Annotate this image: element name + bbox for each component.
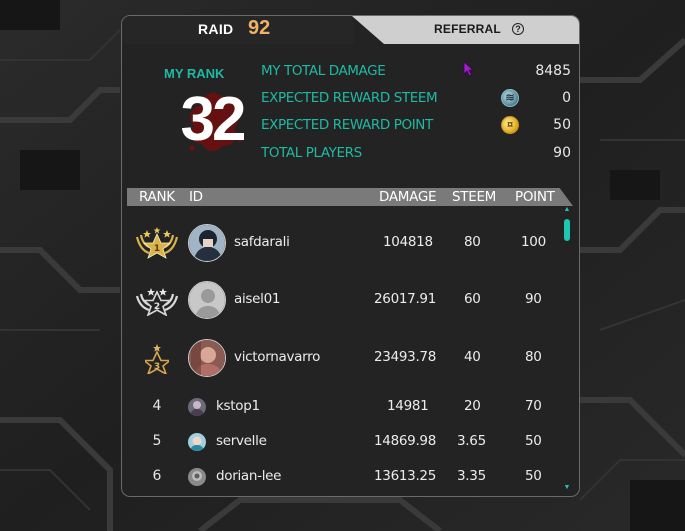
table-row[interactable]: 4 kstop1 14981 20 70 xyxy=(127,396,573,418)
table-row[interactable]: 6 dorian-lee 13613.25 3.35 50 xyxy=(127,466,573,488)
avatar-image xyxy=(188,398,206,416)
bronze-rank-badge-icon: 3 xyxy=(145,344,169,374)
avatar-image xyxy=(189,340,225,376)
stat-label: MY TOTAL DAMAGE xyxy=(261,63,386,79)
stat-label: EXPECTED REWARD POINT xyxy=(261,117,433,133)
avatar-image xyxy=(189,225,225,261)
avatar[interactable] xyxy=(188,281,226,319)
steem-value: 60 xyxy=(464,291,481,307)
point-value: 70 xyxy=(525,398,542,414)
tab-bar: RAID 92 REFERRAL ? xyxy=(122,16,579,44)
avatar-image xyxy=(188,468,206,486)
avatar[interactable] xyxy=(188,224,226,262)
steem-value: 3.65 xyxy=(457,433,486,449)
damage-value: 104818 xyxy=(383,234,433,250)
svg-text:1: 1 xyxy=(154,244,160,254)
rank-number: 5 xyxy=(152,433,162,449)
point-coin-icon: ¤ xyxy=(501,116,519,134)
damage-value: 26017.91 xyxy=(374,291,437,307)
steem-value: 3.35 xyxy=(457,468,486,484)
raid-ranking-panel: RAID 92 REFERRAL ? MY RANK 32 MY TOTAL D… xyxy=(121,15,580,497)
steem-value: 40 xyxy=(464,349,481,365)
header-point: POINT xyxy=(515,189,555,205)
raid-label: RAID xyxy=(198,21,234,37)
player-id[interactable]: dorian-lee xyxy=(216,468,282,484)
help-icon[interactable]: ? xyxy=(512,23,524,35)
my-rank-label: MY RANK xyxy=(164,66,225,81)
damage-value: 14869.98 xyxy=(374,433,437,449)
point-value: 100 xyxy=(521,234,546,250)
scroll-down-arrow[interactable]: ▼ xyxy=(563,484,571,491)
ranking-table-body[interactable]: 1 safdarali 104818 80 100 2 aisel01 2601… xyxy=(127,206,573,496)
header-steem: STEEM xyxy=(452,189,497,205)
point-value: 90 xyxy=(525,291,542,307)
damage-value: 14981 xyxy=(387,398,429,414)
silver-rank-badge-icon: 2 xyxy=(135,288,179,316)
table-row[interactable]: 1 safdarali 104818 80 100 xyxy=(127,223,573,263)
stat-value: 50 xyxy=(553,117,571,133)
avatar[interactable] xyxy=(188,398,206,416)
svg-text:2: 2 xyxy=(154,302,160,312)
point-value: 50 xyxy=(525,468,542,484)
stat-value: 90 xyxy=(553,145,571,161)
raid-number: 92 xyxy=(248,17,271,39)
player-id[interactable]: safdarali xyxy=(234,234,290,250)
table-row[interactable]: 3 victornavarro 23493.78 40 80 xyxy=(127,338,573,378)
player-id[interactable]: servelle xyxy=(216,433,267,449)
player-id[interactable]: aisel01 xyxy=(234,291,281,307)
default-avatar-icon xyxy=(189,282,225,318)
avatar[interactable] xyxy=(188,433,206,451)
player-id[interactable]: victornavarro xyxy=(234,349,320,365)
header-id: ID xyxy=(189,189,203,205)
rank-number: 6 xyxy=(152,468,162,484)
stat-total-players: TOTAL PLAYERS 90 xyxy=(261,145,573,165)
stat-value: 0 xyxy=(562,90,571,106)
point-value: 80 xyxy=(525,349,542,365)
steem-value: 80 xyxy=(464,234,481,250)
ranking-table-header: RANK ID DAMAGE STEEM POINT xyxy=(127,188,573,206)
my-rank-value: 32 xyxy=(180,85,247,154)
stat-value: 8485 xyxy=(535,63,571,79)
tab-raid[interactable] xyxy=(122,16,354,44)
avatar-image xyxy=(188,433,206,451)
rank-number: 4 xyxy=(152,398,162,414)
steem-value: 20 xyxy=(464,398,481,414)
point-value: 50 xyxy=(525,433,542,449)
scrollbar-thumb[interactable] xyxy=(564,219,570,241)
table-row[interactable]: 2 aisel01 26017.91 60 90 xyxy=(127,280,573,320)
gold-rank-badge-icon: 1 xyxy=(135,227,179,259)
table-row[interactable]: 5 servelle 14869.98 3.65 50 xyxy=(127,431,573,453)
svg-text:3: 3 xyxy=(154,362,160,372)
header-rank: RANK xyxy=(139,189,175,205)
avatar[interactable] xyxy=(188,339,226,377)
stat-label: EXPECTED REWARD STEEM xyxy=(261,90,438,106)
player-id[interactable]: kstop1 xyxy=(216,398,260,414)
mouse-cursor-icon xyxy=(463,61,475,77)
avatar[interactable] xyxy=(188,468,206,486)
damage-value: 13613.25 xyxy=(374,468,437,484)
referral-label[interactable]: REFERRAL xyxy=(434,22,501,36)
stat-expected-steem: EXPECTED REWARD STEEM ≋ 0 xyxy=(261,89,573,110)
stat-expected-point: EXPECTED REWARD POINT ¤ 50 xyxy=(261,116,573,137)
stat-label: TOTAL PLAYERS xyxy=(261,145,362,161)
stat-total-damage: MY TOTAL DAMAGE 8485 xyxy=(261,63,573,83)
steem-coin-icon: ≋ xyxy=(501,89,519,107)
damage-value: 23493.78 xyxy=(374,349,437,365)
scroll-up-arrow[interactable]: ▲ xyxy=(563,206,571,213)
header-damage: DAMAGE xyxy=(379,189,437,205)
